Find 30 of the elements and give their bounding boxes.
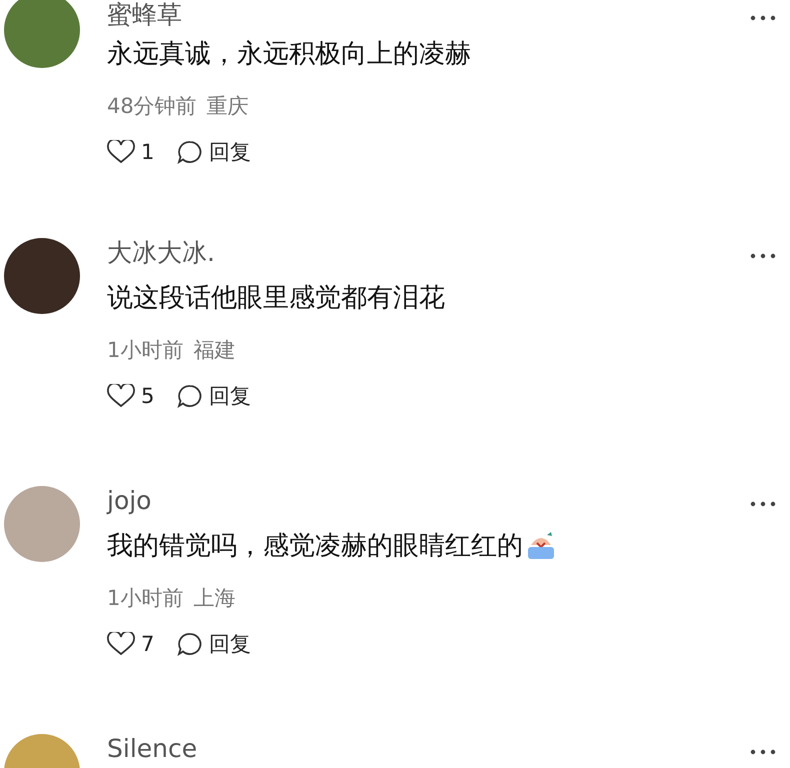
comment-text: 永远真诚，永远积极向上的凌赫 xyxy=(107,38,471,71)
speech-bubble-icon xyxy=(177,140,203,164)
username[interactable]: 大冰大冰. xyxy=(107,236,723,270)
heart-icon xyxy=(107,384,135,408)
heart-icon xyxy=(107,140,135,164)
username[interactable]: 蜜蜂草 xyxy=(107,0,723,32)
more-icon[interactable] xyxy=(750,14,776,22)
heart-icon xyxy=(107,632,135,656)
emoji-icon xyxy=(525,531,557,561)
username[interactable]: jojo xyxy=(107,484,723,518)
more-icon[interactable] xyxy=(750,500,776,508)
comment-text: 我的错觉吗，感觉凌赫的眼睛红红的 xyxy=(107,530,523,563)
more-icon[interactable] xyxy=(750,748,776,756)
like-button[interactable]: 5 xyxy=(107,384,177,408)
more-icon[interactable] xyxy=(750,252,776,260)
reply-button[interactable]: 回复 xyxy=(177,630,251,658)
speech-bubble-icon xyxy=(177,632,203,656)
reply-button[interactable]: 回复 xyxy=(177,382,251,410)
comment-time: 48分钟前 xyxy=(107,93,197,120)
like-button[interactable]: 7 xyxy=(107,632,177,656)
comment-text: 说这段话他眼里感觉都有泪花 xyxy=(107,282,445,315)
comment-location: 福建 xyxy=(193,337,236,364)
speech-bubble-icon xyxy=(177,384,203,408)
like-button[interactable]: 1 xyxy=(107,140,177,164)
comment-time: 1小时前 xyxy=(107,337,184,364)
reply-button[interactable]: 回复 xyxy=(177,138,251,166)
username[interactable]: Silence xyxy=(107,732,723,766)
comment-time: 1小时前 xyxy=(107,585,184,612)
comment-location: 上海 xyxy=(193,585,236,612)
comment-location: 重庆 xyxy=(206,93,249,120)
